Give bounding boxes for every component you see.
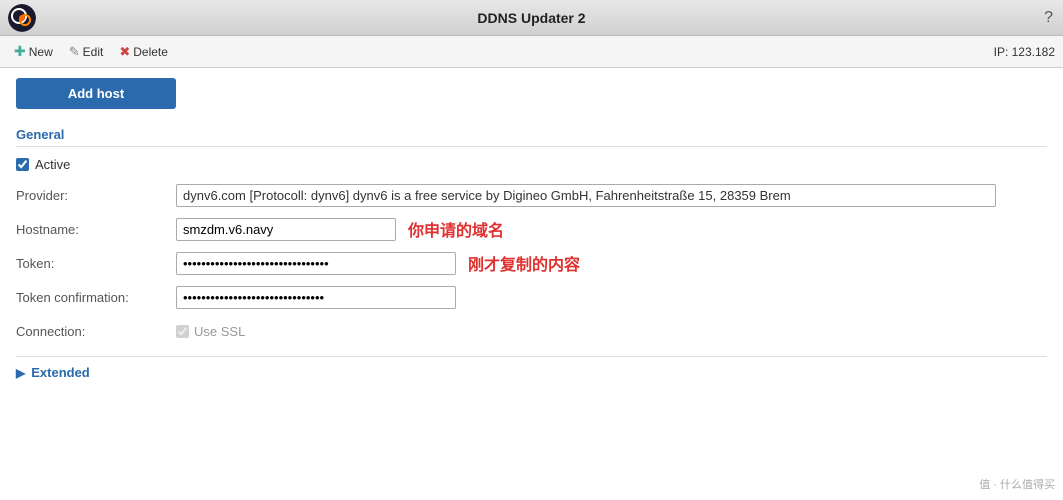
delete-button[interactable]: ✖ Delete bbox=[113, 42, 174, 62]
connection-label: Connection: bbox=[16, 324, 176, 339]
provider-label: Provider: bbox=[16, 188, 176, 203]
main-content: Add host General Active Provider: dynv6.… bbox=[0, 68, 1063, 500]
watermark: 值 · 什么值得买 bbox=[979, 476, 1055, 492]
hostname-input[interactable] bbox=[176, 218, 396, 241]
title-bar: DDNS Updater 2 ? bbox=[0, 0, 1063, 36]
hostname-wrapper: 你申请的域名 bbox=[176, 217, 1047, 241]
extended-arrow-icon: ▶ bbox=[16, 366, 25, 380]
token-row: Token: 刚才复制的内容 bbox=[16, 250, 1047, 276]
token-annotation: 刚才复制的内容 bbox=[468, 251, 580, 275]
hostname-label: Hostname: bbox=[16, 222, 176, 237]
active-row: Active bbox=[16, 157, 1047, 172]
new-button[interactable]: ✚ New bbox=[8, 41, 59, 62]
delete-label: Delete bbox=[133, 45, 168, 59]
active-checkbox[interactable] bbox=[16, 158, 29, 171]
hostname-annotation: 你申请的域名 bbox=[408, 217, 504, 241]
extended-label: Extended bbox=[31, 365, 90, 380]
edit-button[interactable]: ✎ Edit bbox=[63, 42, 110, 62]
provider-row: Provider: dynv6.com [Protocoll: dynv6] d… bbox=[16, 182, 1047, 208]
toolbar: ✚ New ✎ Edit ✖ Delete IP: 123.182 bbox=[0, 36, 1063, 68]
plus-icon: ✚ bbox=[14, 43, 26, 60]
token-confirm-input[interactable] bbox=[176, 286, 456, 309]
token-confirm-label: Token confirmation: bbox=[16, 290, 176, 305]
provider-value: dynv6.com [Protocoll: dynv6] dynv6 is a … bbox=[176, 184, 996, 207]
help-icon[interactable]: ? bbox=[1044, 9, 1053, 27]
app-logo bbox=[8, 4, 36, 32]
token-input[interactable] bbox=[176, 252, 456, 275]
ip-display: IP: 123.182 bbox=[994, 45, 1055, 59]
hostname-row: Hostname: 你申请的域名 bbox=[16, 216, 1047, 242]
token-wrapper: 刚才复制的内容 bbox=[176, 251, 1047, 275]
general-section-header: General bbox=[16, 123, 1047, 147]
active-label: Active bbox=[35, 157, 70, 172]
token-label: Token: bbox=[16, 256, 176, 271]
app-title: DDNS Updater 2 bbox=[477, 10, 585, 26]
ssl-wrapper: Use SSL bbox=[176, 324, 245, 339]
new-label: New bbox=[29, 45, 53, 59]
ssl-label: Use SSL bbox=[194, 324, 245, 339]
add-host-button[interactable]: Add host bbox=[16, 78, 176, 109]
extended-section[interactable]: ▶ Extended bbox=[16, 356, 1047, 380]
token-confirmation-row: Token confirmation: bbox=[16, 284, 1047, 310]
delete-icon: ✖ bbox=[119, 44, 130, 60]
edit-icon: ✎ bbox=[69, 44, 80, 60]
ssl-checkbox[interactable] bbox=[176, 325, 189, 338]
connection-row: Connection: Use SSL bbox=[16, 318, 1047, 344]
edit-label: Edit bbox=[83, 45, 104, 59]
